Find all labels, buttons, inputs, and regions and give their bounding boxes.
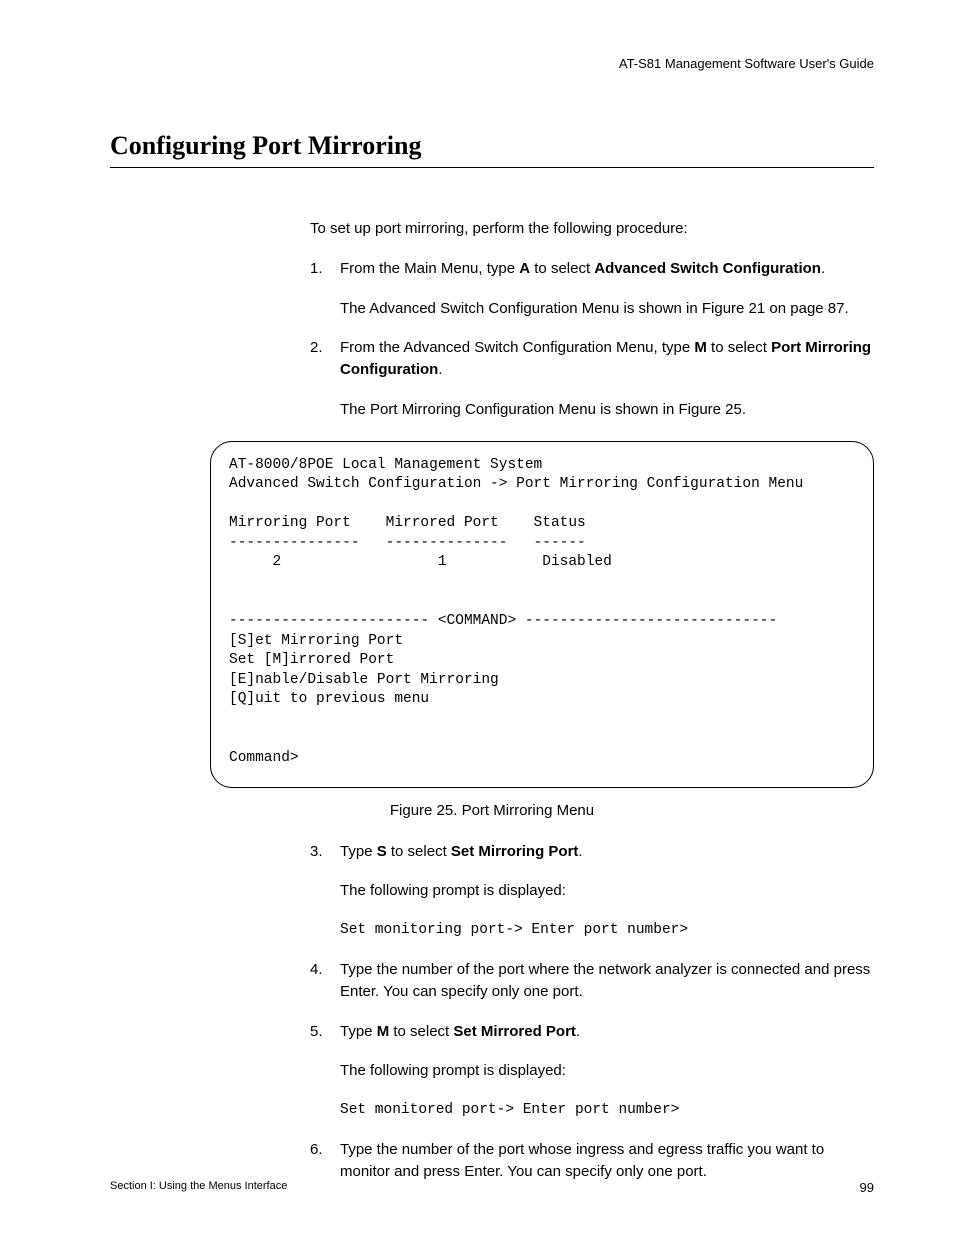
procedure-steps: From the Main Menu, type A to select Adv…: [310, 258, 874, 421]
step-1-pre: From the Main Menu, type: [340, 260, 519, 277]
step-2-key: M: [694, 339, 707, 356]
step-5-sub: The following prompt is displayed:: [340, 1060, 874, 1082]
page-number: 99: [860, 1180, 874, 1195]
step-2-pre: From the Advanced Switch Configuration M…: [340, 339, 694, 356]
step-2: From the Advanced Switch Configuration M…: [310, 337, 874, 420]
step-2-mid: to select: [707, 339, 771, 356]
step-1-bold: Advanced Switch Configuration: [594, 260, 821, 277]
body-content-2: Type S to select Set Mirroring Port. The…: [310, 841, 874, 1183]
term-l5: --------------- -------------- ------: [229, 535, 586, 551]
term-l1: AT-8000/8POE Local Management System: [229, 457, 542, 473]
step-2-sub: The Port Mirroring Configuration Menu is…: [340, 399, 874, 421]
step-1-key: A: [519, 260, 530, 277]
procedure-steps-2: Type S to select Set Mirroring Port. The…: [310, 841, 874, 1183]
step-3-post: .: [578, 843, 582, 860]
step-5-key: M: [377, 1023, 390, 1040]
step-6-text: Type the number of the port whose ingres…: [340, 1141, 824, 1180]
step-6: Type the number of the port whose ingres…: [310, 1139, 874, 1183]
body-content: To set up port mirroring, perform the fo…: [310, 218, 874, 421]
term-l9: ----------------------- <COMMAND> ------…: [229, 613, 777, 629]
term-l2: Advanced Switch Configuration -> Port Mi…: [229, 476, 803, 492]
step-5-post: .: [576, 1023, 580, 1040]
footer-section: Section I: Using the Menus Interface: [110, 1180, 287, 1195]
step-5-pre: Type: [340, 1023, 377, 1040]
step-5-mid: to select: [389, 1023, 453, 1040]
step-3-pre: Type: [340, 843, 377, 860]
step-1-sub: The Advanced Switch Configuration Menu i…: [340, 298, 874, 320]
term-l4: Mirroring Port Mirrored Port Status: [229, 515, 586, 531]
figure-caption: Figure 25. Port Mirroring Menu: [110, 802, 874, 819]
step-3: Type S to select Set Mirroring Port. The…: [310, 841, 874, 942]
term-l6: 2 1 Disabled: [229, 554, 612, 570]
terminal-screenshot: AT-8000/8POE Local Management System Adv…: [210, 441, 874, 788]
term-l11: Set [M]irrored Port: [229, 652, 394, 668]
term-l13: [Q]uit to previous menu: [229, 691, 429, 707]
term-l12: [E]nable/Disable Port Mirroring: [229, 672, 499, 688]
step-4-text: Type the number of the port where the ne…: [340, 961, 870, 1000]
step-2-post: .: [438, 361, 442, 378]
section-title: Configuring Port Mirroring: [110, 131, 874, 168]
term-l16: Command>: [229, 750, 299, 766]
step-5: Type M to select Set Mirrored Port. The …: [310, 1021, 874, 1122]
term-l10: [S]et Mirroring Port: [229, 633, 403, 649]
step-3-sub: The following prompt is displayed:: [340, 880, 874, 902]
step-1-post: .: [821, 260, 825, 277]
step-1-mid: to select: [530, 260, 594, 277]
step-3-mid: to select: [387, 843, 451, 860]
step-3-bold: Set Mirroring Port: [451, 843, 579, 860]
step-5-bold: Set Mirrored Port: [453, 1023, 576, 1040]
step-1: From the Main Menu, type A to select Adv…: [310, 258, 874, 320]
guide-title: AT-S81 Management Software User's Guide: [619, 56, 874, 71]
step-3-key: S: [377, 843, 387, 860]
step-3-mono: Set monitoring port-> Enter port number>: [340, 920, 874, 941]
page-footer: Section I: Using the Menus Interface 99: [110, 1180, 874, 1195]
page-header: AT-S81 Management Software User's Guide: [110, 56, 874, 71]
intro-paragraph: To set up port mirroring, perform the fo…: [310, 218, 874, 240]
step-4: Type the number of the port where the ne…: [310, 959, 874, 1003]
step-5-mono: Set monitored port-> Enter port number>: [340, 1100, 874, 1121]
